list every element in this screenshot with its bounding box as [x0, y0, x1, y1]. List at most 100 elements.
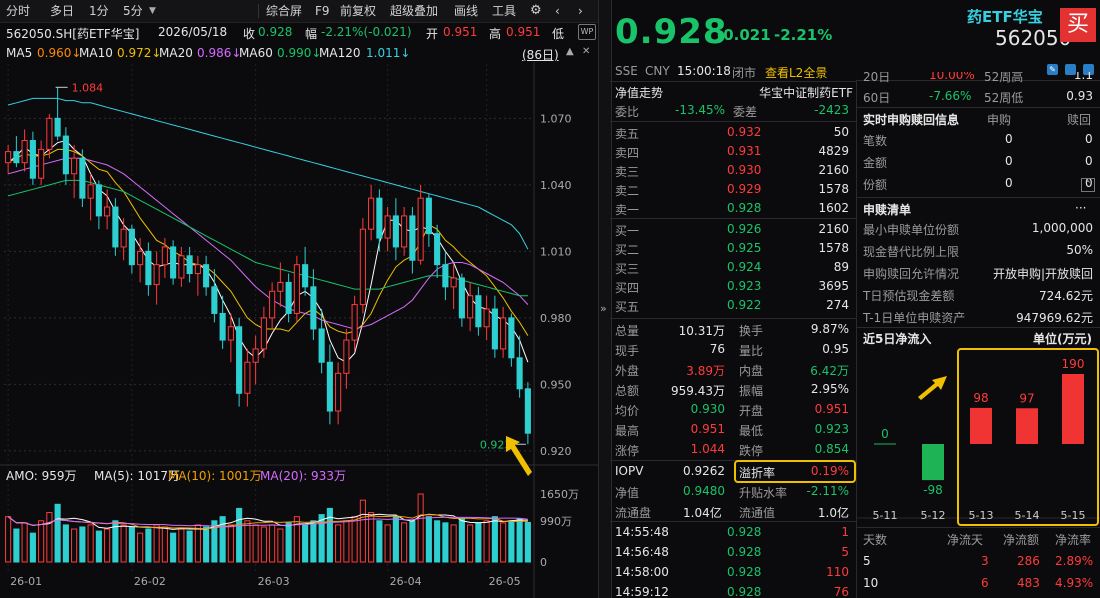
volume-bar	[425, 516, 432, 563]
volume-bar	[351, 516, 358, 563]
candle-body	[285, 281, 292, 314]
volume-bar	[343, 520, 350, 563]
bid-price[interactable]: 0.924	[727, 260, 761, 274]
ma-legend-row: MA5 0.960↓ MA10 0.972↓ MA20 0.986↓ MA60 …	[0, 43, 598, 63]
chevron-right-icon[interactable]: ›	[578, 3, 583, 19]
tab-5min[interactable]: 5分	[123, 3, 143, 19]
buy-button[interactable]: 买	[1060, 8, 1096, 42]
chevron-up-icon[interactable]: ▲	[566, 46, 574, 57]
candle-body	[326, 361, 333, 412]
bid-level-label: 买四	[615, 281, 640, 295]
close-icon[interactable]: ✕	[582, 46, 590, 57]
chevron-down-icon[interactable]: ▼	[149, 3, 156, 19]
subscribe-value: 0	[1005, 176, 1013, 190]
more-icon[interactable]: ···	[1075, 201, 1086, 215]
quote-time: 15:00:18	[677, 64, 731, 78]
tab-multiday[interactable]: 多日	[50, 3, 74, 19]
candle-body	[13, 151, 20, 164]
overlay-button[interactable]: 超级叠加	[390, 3, 438, 19]
double-chevron-right-icon[interactable]: »	[600, 302, 607, 315]
ask-price[interactable]: 0.928	[727, 201, 761, 215]
f9-button[interactable]: F9	[315, 3, 330, 19]
volume-bar	[145, 528, 152, 563]
chevron-left-icon[interactable]: ‹	[555, 3, 560, 19]
bid-volume: 274	[826, 298, 849, 312]
candle-body	[5, 151, 12, 164]
volume-bar	[392, 516, 399, 563]
collapse-icon[interactable]: ⌃	[1081, 178, 1095, 192]
composite-screen-button[interactable]: 综合屏	[266, 3, 302, 19]
ask-price[interactable]: 0.930	[727, 163, 761, 177]
l2-panorama-link[interactable]: 查看L2全景	[765, 64, 827, 81]
creation-list-header: 申赎清单 ···	[857, 198, 1097, 218]
amp-value: -2.21%(-0.021)	[321, 25, 412, 39]
bid-price[interactable]: 0.922	[727, 298, 761, 312]
candle-body	[153, 264, 160, 286]
ask-price[interactable]: 0.931	[727, 144, 761, 158]
ma60-label: MA60	[239, 46, 273, 60]
kline-chart[interactable]: 1.070 1.040 1.010 0.980 0.950 0.920 26-01 26-02…	[0, 62, 598, 598]
net-inflow-header: 近5日净流入 单位(万元)	[857, 328, 1097, 348]
stat-label: 外盘	[615, 364, 640, 378]
nav-trend-label[interactable]: 净值走势	[615, 84, 663, 101]
ask-volume: 1578	[818, 182, 849, 196]
gear-icon[interactable]: ⚙	[530, 3, 542, 19]
amo-label: AMO: 959万	[6, 469, 77, 483]
forward-adjust-button[interactable]: 前复权	[340, 3, 376, 19]
ma5-value: 0.960↓	[37, 46, 82, 60]
candle-body	[46, 117, 53, 150]
divider	[258, 4, 259, 18]
bid-price[interactable]: 0.926	[727, 222, 761, 236]
inflow-bar	[922, 444, 944, 481]
volume-bar	[318, 514, 325, 563]
fund-fullname: 华宝中证制药ETF	[759, 86, 853, 100]
tools-button[interactable]: 工具	[492, 3, 516, 19]
volume-bar	[508, 520, 515, 563]
volume-bar	[5, 516, 12, 563]
ma-lines	[7, 97, 529, 363]
candle-body	[161, 246, 168, 266]
draw-line-button[interactable]: 画线	[454, 3, 478, 19]
float-shares-value: 1.04亿	[683, 506, 722, 520]
candle-body	[310, 286, 317, 330]
candle-body	[203, 264, 210, 288]
candle-body	[128, 228, 135, 266]
date-tick-label: 26-05	[489, 575, 521, 588]
summary-col-header: 净流天	[947, 533, 984, 547]
ask-price[interactable]: 0.932	[727, 125, 761, 139]
float-value-label: 流通值	[739, 506, 776, 520]
amp-label: 幅	[305, 27, 318, 41]
candle-body	[29, 140, 36, 179]
stat-label: 换手	[739, 324, 764, 338]
realtime-rows: 笔数 0 0 金额 0 0 份额 0 0	[857, 130, 1097, 196]
stat-label: 均价	[615, 404, 640, 418]
w52-low-value: 0.93	[1066, 89, 1093, 103]
candle-body	[491, 308, 498, 350]
volume-bar	[244, 520, 251, 563]
tab-1min[interactable]: 1分	[89, 3, 109, 19]
bid-price[interactable]: 0.923	[727, 279, 761, 293]
arrow-annotation-icon	[506, 436, 532, 476]
price-tick-label: 1.010	[540, 245, 572, 258]
summary-days: 10	[863, 576, 879, 590]
nav-label: 净值	[615, 486, 640, 500]
w52-high-value: 1.1	[1073, 72, 1093, 82]
wp-icon[interactable]: WP	[578, 24, 596, 40]
candle-body	[170, 246, 177, 279]
ask-level-label: 卖五	[615, 127, 640, 141]
candle-body	[54, 117, 61, 137]
realtime-row-label: 份额	[863, 178, 888, 192]
ask-price[interactable]: 0.929	[727, 182, 761, 196]
tab-intraday[interactable]: 分时	[6, 3, 30, 19]
ask-levels: 卖五 0.932 50 卖四 0.931 4829 卖三 0.930 2160 卖二 0.929 15…	[615, 122, 853, 218]
date-tick-label: 26-01	[10, 575, 42, 588]
candle-body	[359, 228, 366, 306]
stat-value: 76	[709, 342, 725, 356]
summary-inflow-days: 6	[981, 576, 989, 590]
summary-inflow-amount: 483	[1017, 576, 1040, 590]
redeem-value: 0	[1085, 132, 1093, 146]
bid-price[interactable]: 0.925	[727, 241, 761, 255]
volume-bar	[467, 524, 474, 563]
candle-body	[269, 290, 276, 319]
period-selector[interactable]: (86日)	[522, 46, 559, 63]
